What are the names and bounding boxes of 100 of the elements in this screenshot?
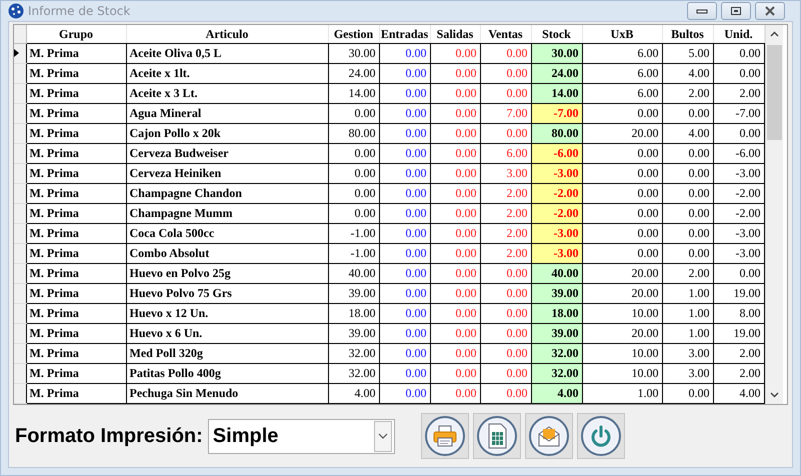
dropdown-caret-icon: [378, 433, 388, 439]
table-cell: M. Prima: [26, 144, 126, 164]
maximize-icon: [730, 6, 742, 16]
table-cell: Aceite Oliva 0,5 L: [126, 44, 328, 64]
table-cell: M. Prima: [26, 204, 126, 224]
table-cell: -7.00: [713, 104, 764, 124]
scrollbar[interactable]: [765, 25, 783, 404]
table-cell: 0.00: [480, 44, 531, 64]
column-header[interactable]: Gestion: [328, 25, 379, 44]
table-cell: M. Prima: [26, 164, 126, 184]
format-label: Formato Impresión:: [15, 424, 203, 448]
close-button[interactable]: [755, 2, 785, 20]
table-cell: 0.00: [713, 44, 764, 64]
table-cell: Aceite x 1lt.: [126, 64, 328, 84]
table-cell: 0.00: [379, 64, 430, 84]
column-header[interactable]: Articulo: [126, 25, 328, 44]
table-cell: M. Prima: [26, 264, 126, 284]
table-cell: 0.00: [379, 84, 430, 104]
table-cell: 0.00: [662, 184, 713, 204]
table-cell: 80.00: [531, 124, 582, 144]
scroll-up-icon: [770, 31, 779, 37]
current-row-icon: [14, 49, 19, 57]
table-cell: -3.00: [531, 244, 582, 264]
printer-icon: [432, 424, 458, 448]
table-cell: 2.00: [713, 364, 764, 384]
table-cell: 0.00: [379, 104, 430, 124]
table-cell: 0.00: [430, 224, 480, 244]
table-cell: 0.00: [582, 144, 662, 164]
column-header[interactable]: Salidas: [430, 25, 480, 44]
table-cell: Aceite x 3 Lt.: [126, 84, 328, 104]
table-cell: 0.00: [582, 244, 662, 264]
table-cell: 0.00: [713, 264, 764, 284]
table-cell: 6.00: [480, 144, 531, 164]
table-cell: Champagne Chandon: [126, 184, 328, 204]
table-cell: 0.00: [480, 84, 531, 104]
column-header[interactable]: Entradas: [379, 25, 430, 44]
table-cell: 0.00: [379, 44, 430, 64]
table-cell: 0.00: [662, 244, 713, 264]
table-cell: Huevo x 12 Un.: [126, 304, 328, 324]
window-title: Informe de Stock: [28, 4, 130, 18]
table-cell: 0.00: [430, 104, 480, 124]
column-header[interactable]: UxB: [582, 25, 662, 44]
table-cell: 14.00: [531, 84, 582, 104]
table-cell: 0.00: [379, 224, 430, 244]
power-button[interactable]: [576, 413, 625, 459]
close-icon: [764, 6, 776, 16]
table-cell: M. Prima: [26, 364, 126, 384]
table-cell: -6.00: [713, 144, 764, 164]
format-dropdown[interactable]: Simple: [208, 418, 395, 454]
table-cell: 0.00: [379, 324, 430, 344]
table-cell: 0.00: [582, 184, 662, 204]
table-cell: 40.00: [328, 264, 379, 284]
table-cell: 0.00: [662, 164, 713, 184]
spreadsheet-button[interactable]: [472, 413, 521, 459]
table-cell: -1.00: [328, 244, 379, 264]
email-button[interactable]: [524, 413, 573, 459]
table-cell: 6.00: [582, 64, 662, 84]
row-indicator[interactable]: [14, 44, 26, 64]
table-cell: 0.00: [662, 104, 713, 124]
column-header[interactable]: Bultos: [662, 25, 713, 44]
column-header[interactable]: Unid.: [713, 25, 764, 44]
table-cell: 2.00: [713, 344, 764, 364]
table-cell: 24.00: [531, 64, 582, 84]
table-cell: 20.00: [582, 124, 662, 144]
table-cell: 39.00: [531, 324, 582, 344]
table-cell: 3.00: [662, 364, 713, 384]
app-icon: [8, 3, 24, 19]
table-cell: 0.00: [430, 44, 480, 64]
table-cell: 0.00: [430, 244, 480, 264]
column-header[interactable]: Stock: [531, 25, 582, 44]
maximize-button[interactable]: [721, 2, 751, 20]
table-cell: 40.00: [531, 264, 582, 284]
column-header[interactable]: Grupo: [26, 25, 126, 44]
table-cell: 0.00: [379, 264, 430, 284]
table-cell: 20.00: [582, 324, 662, 344]
table-cell: -3.00: [713, 164, 764, 184]
table-cell: 0.00: [480, 364, 531, 384]
table-cell: 18.00: [328, 304, 379, 324]
table-cell: 39.00: [328, 284, 379, 304]
table-cell: 0.00: [662, 384, 713, 404]
table-cell: M. Prima: [26, 304, 126, 324]
table-cell: M. Prima: [26, 384, 126, 404]
table-cell: 24.00: [328, 64, 379, 84]
column-header[interactable]: Ventas: [480, 25, 531, 44]
table-cell: 0.00: [379, 304, 430, 324]
print-button[interactable]: [420, 413, 469, 459]
table-cell: M. Prima: [26, 184, 126, 204]
table-cell: 20.00: [582, 284, 662, 304]
table-cell: 0.00: [713, 124, 764, 144]
table-cell: 1.00: [662, 324, 713, 344]
table-cell: 32.00: [328, 344, 379, 364]
table-cell: 0.00: [379, 124, 430, 144]
table-cell: 0.00: [430, 64, 480, 84]
table-cell: M. Prima: [26, 124, 126, 144]
scrollbar-thumb[interactable]: [767, 45, 782, 140]
table-cell: -2.00: [713, 204, 764, 224]
minimize-button[interactable]: [687, 2, 717, 20]
table-cell: 0.00: [379, 364, 430, 384]
table-cell: Cerveza Heiniken: [126, 164, 328, 184]
table-cell: Patitas Pollo 400g: [126, 364, 328, 384]
